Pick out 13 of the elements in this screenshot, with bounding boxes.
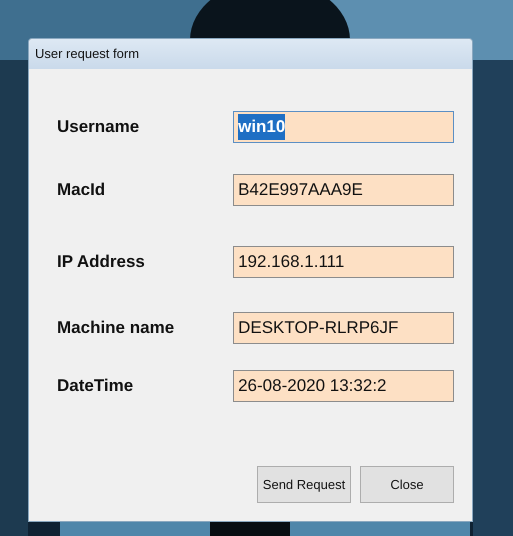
input-field[interactable]: 192.168.1.111	[233, 246, 454, 278]
input-field[interactable]: win10	[233, 111, 454, 143]
close-button[interactable]: Close	[360, 466, 454, 503]
field-label: MacId	[57, 179, 106, 202]
field-label: Username	[57, 116, 140, 138]
input-field[interactable]: DESKTOP-RLRP6JF	[233, 312, 454, 344]
field-label: DateTime	[57, 375, 134, 398]
field-label: IP Address	[57, 251, 146, 274]
input-field[interactable]: 26-08-2020 13:32:2	[233, 370, 454, 402]
send-request-button[interactable]: Send Request	[257, 466, 351, 503]
input-field[interactable]: B42E997AAA9E	[233, 174, 454, 206]
window-title: User request form	[29, 39, 472, 69]
field-label: Machine name	[57, 317, 176, 340]
